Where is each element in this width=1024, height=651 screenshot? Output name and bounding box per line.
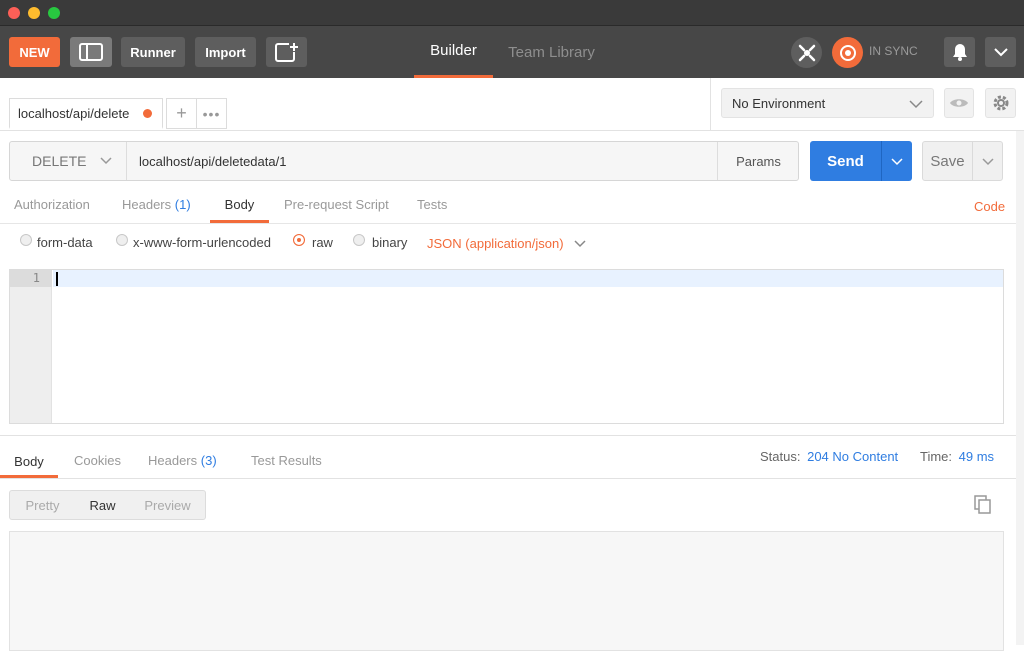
plus-icon: + (176, 103, 187, 123)
tab-authorization[interactable]: Authorization (14, 197, 90, 223)
minimize-window-button[interactable] (28, 7, 40, 19)
scrollbar[interactable] (1016, 131, 1024, 645)
radio-raw-label: raw (312, 235, 333, 250)
more-icon: ••• (202, 105, 221, 122)
status-label: Status: (760, 449, 801, 464)
sync-status-label: IN SYNC (869, 44, 918, 58)
tab-team-library[interactable]: Team Library (503, 26, 600, 78)
time-value: 49 ms (958, 449, 995, 464)
radio-form-data-label: form-data (37, 235, 93, 250)
send-button[interactable]: Send (810, 141, 881, 181)
tab-options-button[interactable]: ••• (196, 98, 227, 129)
tab-pre-request-script[interactable]: Pre-request Script (284, 197, 389, 223)
active-line (53, 270, 1003, 287)
sync-icon (839, 44, 856, 61)
params-button[interactable]: Params (717, 142, 799, 180)
chevron-down-icon (891, 157, 903, 165)
radio-binary[interactable] (353, 234, 365, 246)
tab-headers[interactable]: Headers (1) (122, 197, 191, 223)
body-editor[interactable]: 1 (9, 269, 1004, 424)
line-gutter: 1 (10, 270, 52, 423)
radio-form-data[interactable] (20, 234, 32, 246)
view-raw-button[interactable]: Raw (75, 491, 130, 519)
code-link[interactable]: Code (974, 199, 1005, 225)
toggle-sidebar-button[interactable] (70, 37, 112, 67)
close-window-button[interactable] (8, 7, 20, 19)
chevron-down-icon (909, 100, 923, 109)
runner-button[interactable]: Runner (121, 37, 185, 67)
request-url-bar: DELETE localhost/api/deletedata/1 Params (9, 141, 799, 181)
new-window-button[interactable] (266, 37, 307, 67)
main-toolbar: NEW Runner Import Builder Team Library I… (0, 26, 1024, 78)
add-tab-button[interactable]: + (166, 98, 197, 129)
tab-builder[interactable]: Builder (414, 26, 493, 78)
line-number: 1 (10, 270, 52, 287)
satellite-icon (798, 44, 815, 61)
response-status: Status: 204 No Content (760, 449, 898, 464)
sync-status-icon[interactable] (832, 37, 863, 68)
headers-count-badge: (1) (174, 197, 191, 212)
environment-quick-look-button[interactable] (944, 88, 974, 118)
gear-icon (993, 95, 1008, 111)
import-button[interactable]: Import (195, 37, 256, 67)
status-value: 204 No Content (807, 449, 899, 464)
response-view-mode: Pretty Raw Preview (9, 490, 206, 520)
maximize-window-button[interactable] (48, 7, 60, 19)
chevron-down-icon (100, 157, 112, 165)
tab-tests[interactable]: Tests (417, 197, 447, 223)
bell-icon (952, 44, 967, 61)
view-pretty-button[interactable]: Pretty (10, 491, 75, 519)
content-type-label: JSON (application/json) (427, 236, 564, 251)
response-headers-count-badge: (3) (200, 453, 217, 468)
tab-headers-label: Headers (122, 197, 172, 212)
account-menu-button[interactable] (985, 37, 1016, 67)
title-bar (0, 0, 1024, 26)
divider (0, 223, 1016, 224)
chevron-down-icon (574, 240, 586, 248)
eye-icon (950, 99, 968, 107)
new-button[interactable]: NEW (9, 37, 60, 67)
manage-environments-button[interactable] (985, 88, 1016, 118)
response-body-viewer[interactable] (9, 531, 1004, 651)
text-cursor (56, 272, 58, 286)
response-tab-cookies[interactable]: Cookies (74, 453, 121, 468)
method-label: DELETE (32, 153, 87, 169)
content-type-select[interactable]: JSON (application/json) (427, 236, 586, 251)
send-options-button[interactable] (881, 141, 912, 181)
chevron-down-icon (993, 48, 1008, 57)
response-tab-headers-label: Headers (148, 453, 198, 468)
request-tab[interactable]: localhost/api/delete (9, 98, 163, 129)
chevron-down-icon (981, 157, 994, 165)
environment-select[interactable]: No Environment (721, 88, 934, 118)
response-tab-headers[interactable]: Headers (3) (148, 453, 217, 468)
time-label: Time: (920, 449, 953, 464)
response-tab-body[interactable]: Body (0, 447, 58, 478)
url-input[interactable]: localhost/api/deletedata/1 (128, 142, 717, 180)
method-select[interactable]: DELETE (10, 142, 127, 180)
response-tab-test-results[interactable]: Test Results (251, 453, 322, 468)
divider (0, 435, 1016, 436)
sidebar-icon (79, 43, 103, 61)
copy-icon (974, 495, 991, 514)
divider (0, 478, 1016, 479)
divider (710, 78, 711, 131)
unsaved-dot-icon (143, 109, 152, 118)
radio-binary-label: binary (372, 235, 408, 250)
response-time: Time: 49 ms (920, 449, 994, 464)
interceptor-button[interactable] (791, 37, 822, 68)
copy-response-button[interactable] (972, 494, 994, 516)
request-tab-label: localhost/api/delete (18, 105, 130, 121)
radio-urlencoded-label: x-www-form-urlencoded (133, 235, 271, 250)
save-button[interactable]: Save (922, 141, 973, 181)
radio-urlencoded[interactable] (116, 234, 128, 246)
notifications-button[interactable] (944, 37, 975, 67)
tab-body[interactable]: Body (210, 197, 269, 223)
radio-raw[interactable] (293, 234, 305, 246)
new-window-icon (274, 43, 298, 62)
request-tabs-bar: localhost/api/delete + ••• No Environmen… (0, 78, 1024, 131)
save-options-button[interactable] (972, 141, 1003, 181)
view-preview-button[interactable]: Preview (130, 491, 205, 519)
environment-label: No Environment (732, 95, 826, 111)
